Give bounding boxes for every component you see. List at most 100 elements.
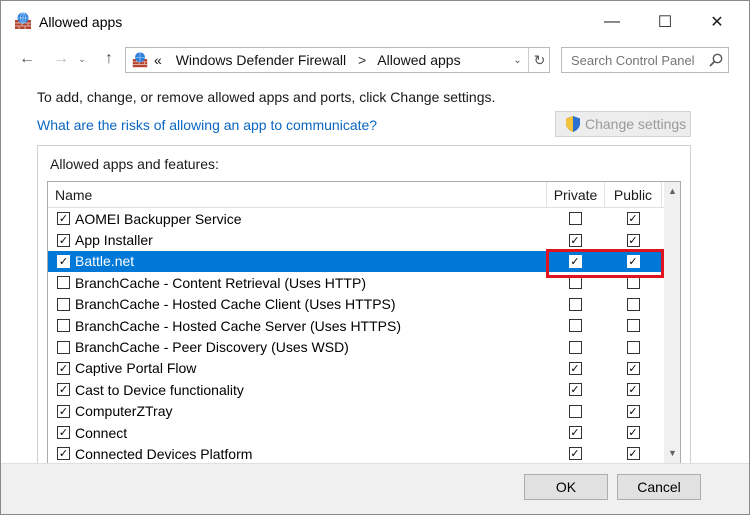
private-checkbox[interactable]: ✓ [568,426,582,440]
public-checkbox[interactable] [626,276,640,290]
arrow-left-icon: ← [19,50,35,67]
breadcrumb-allowed-apps[interactable]: Allowed apps [377,52,460,68]
column-header-name[interactable]: Name [55,182,92,208]
scroll-up-button[interactable]: ▲ [664,182,680,199]
breadcrumb-firewall[interactable]: Windows Defender Firewall [176,52,346,68]
close-icon: ✕ [710,14,724,31]
list-rows: ✓ AOMEI Backupper Service ✓ ✓ App Installer ✓… [48,208,664,463]
private-checkbox[interactable] [568,297,582,311]
search-input[interactable]: Search Control Panel [561,47,729,73]
address-path: « Windows Defender Firewall > Allowed ap… [154,52,461,68]
address-overflow[interactable]: « [154,52,162,68]
shield-icon [566,116,580,132]
refresh-button[interactable]: ↻ [528,48,550,72]
scroll-down-button[interactable]: ▼ [664,444,680,461]
public-checkbox[interactable]: ✓ [626,233,640,247]
private-checkbox[interactable] [568,212,582,226]
public-checkbox[interactable] [626,340,640,354]
app-name-cell: ✓ Connect [48,422,127,443]
back-button[interactable]: ← [15,47,39,71]
table-row[interactable]: ✓ Captive Portal Flow ✓ ✓ [48,358,664,379]
private-checkbox[interactable] [568,276,582,290]
table-row[interactable]: ✓ ComputerZTray ✓ [48,401,664,422]
column-header-public[interactable]: Public [604,182,662,208]
ok-button[interactable]: OK [524,474,608,500]
app-enabled-checkbox[interactable]: ✓ [57,212,70,226]
minimize-icon: — [604,13,620,30]
public-checkbox[interactable]: ✓ [626,212,640,226]
app-enabled-checkbox[interactable] [57,340,70,354]
public-checkbox[interactable]: ✓ [626,383,640,397]
app-name-cell: BranchCache - Content Retrieval (Uses HT… [48,272,366,293]
private-checkbox[interactable] [568,319,582,333]
app-name: BranchCache - Hosted Cache Client (Uses … [75,296,396,313]
recent-locations-button[interactable]: ⌄ [75,47,89,71]
refresh-icon: ↻ [533,51,546,68]
app-enabled-checkbox[interactable]: ✓ [57,426,70,440]
private-cell: ✓ [546,379,604,400]
up-button[interactable]: ↑ [97,47,121,71]
app-name-cell: ✓ App Installer [48,229,153,250]
private-cell: ✓ [546,443,604,463]
table-row[interactable]: BranchCache - Hosted Cache Client (Uses … [48,294,664,315]
cancel-button[interactable]: Cancel [617,474,701,500]
app-enabled-checkbox[interactable]: ✓ [57,383,70,397]
app-name-cell: ✓ ComputerZTray [48,401,173,422]
private-checkbox[interactable]: ✓ [568,447,582,461]
app-enabled-checkbox[interactable]: ✓ [57,361,70,375]
app-enabled-checkbox[interactable]: ✓ [57,404,70,418]
private-checkbox[interactable] [568,340,582,354]
private-cell: ✓ [546,229,604,250]
public-checkbox[interactable]: ✓ [626,404,640,418]
address-dropdown-button[interactable]: ⌄ [507,48,527,72]
risks-link[interactable]: What are the risks of allowing an app to… [37,117,377,133]
column-header-private[interactable]: Private [546,182,604,208]
app-enabled-checkbox[interactable]: ✓ [57,254,70,268]
minimize-button[interactable]: — [586,1,638,43]
app-enabled-checkbox[interactable] [57,319,70,333]
forward-button[interactable]: → [49,47,73,71]
public-cell: ✓ [604,379,662,400]
public-checkbox[interactable] [626,319,640,333]
app-enabled-checkbox[interactable] [57,297,70,311]
table-row[interactable]: ✓ Cast to Device functionality ✓ ✓ [48,379,664,400]
table-row[interactable]: BranchCache - Hosted Cache Server (Uses … [48,315,664,336]
search-icon[interactable] [708,52,724,68]
public-checkbox[interactable]: ✓ [626,447,640,461]
app-enabled-checkbox[interactable]: ✓ [57,233,70,247]
public-cell: ✓ [604,443,662,463]
private-checkbox[interactable]: ✓ [568,361,582,375]
change-settings-button[interactable]: Change settings [555,111,691,137]
table-row[interactable]: BranchCache - Peer Discovery (Uses WSD) [48,336,664,357]
public-checkbox[interactable] [626,297,640,311]
table-row[interactable]: ✓ App Installer ✓ ✓ [48,229,664,250]
app-name-cell: ✓ Captive Portal Flow [48,358,196,379]
private-checkbox[interactable]: ✓ [568,233,582,247]
allowed-apps-list[interactable]: Name Private Public ✓ AOMEI Backupper Ser… [47,181,681,463]
private-cell [546,401,604,422]
app-enabled-checkbox[interactable]: ✓ [57,447,70,461]
private-cell [546,315,604,336]
public-checkbox[interactable]: ✓ [626,426,640,440]
breadcrumb-separator[interactable]: > [358,52,366,68]
public-checkbox[interactable]: ✓ [626,361,640,375]
app-name-cell: BranchCache - Peer Discovery (Uses WSD) [48,336,349,357]
app-name: AOMEI Backupper Service [75,210,242,227]
close-button[interactable]: ✕ [691,1,743,43]
app-enabled-checkbox[interactable] [57,276,70,290]
app-name-cell: ✓ AOMEI Backupper Service [48,208,242,229]
app-name: BranchCache - Hosted Cache Server (Uses … [75,317,401,334]
table-row[interactable]: ✓ Connected Devices Platform ✓ ✓ [48,443,664,463]
table-row[interactable]: ✓ AOMEI Backupper Service ✓ [48,208,664,229]
table-row[interactable]: ✓ Connect ✓ ✓ [48,422,664,443]
vertical-scrollbar[interactable]: ▲ ▼ [664,182,680,463]
private-cell [546,208,604,229]
app-name-cell: ✓ Cast to Device functionality [48,379,244,400]
app-name-cell: ✓ Connected Devices Platform [48,443,252,463]
app-name: Connected Devices Platform [75,445,253,462]
maximize-button[interactable]: ☐ [639,1,691,43]
private-checkbox[interactable] [568,404,582,418]
public-cell: ✓ [604,208,662,229]
private-checkbox[interactable]: ✓ [568,383,582,397]
address-bar[interactable]: « Windows Defender Firewall > Allowed ap… [125,47,550,73]
